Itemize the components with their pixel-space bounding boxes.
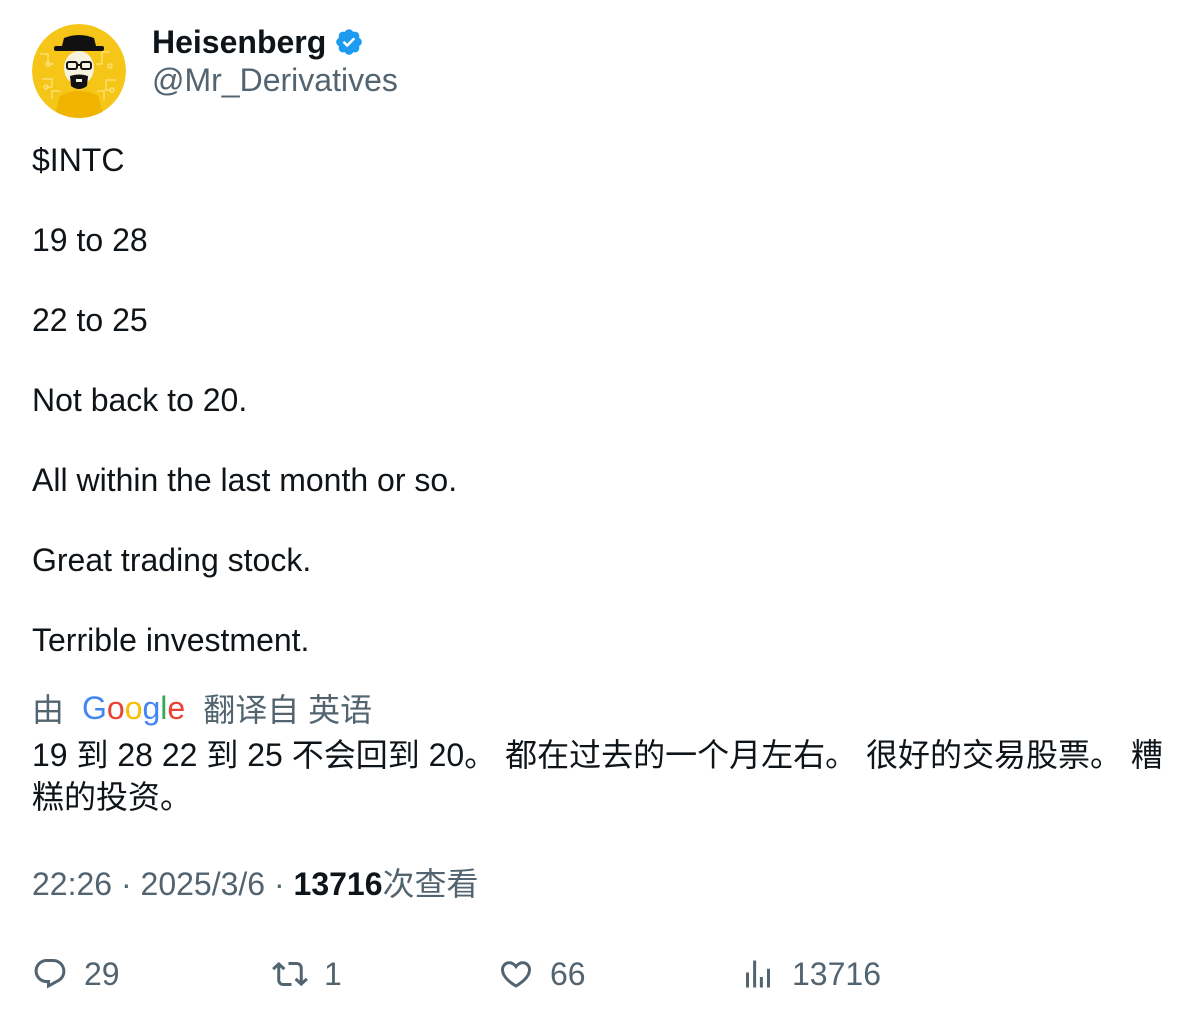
tweet-date[interactable]: 2025/3/6 bbox=[141, 866, 266, 902]
meta-separator: · bbox=[112, 866, 141, 902]
heart-icon bbox=[500, 961, 532, 988]
retweet-icon bbox=[272, 961, 308, 987]
tweet-paragraph: All within the last month or so. bbox=[32, 462, 458, 498]
google-letter: e bbox=[167, 689, 186, 726]
tweet-text: $INTC 19 to 28 22 to 25 Not back to 20. … bbox=[32, 140, 1162, 660]
retweet-count: 1 bbox=[324, 955, 342, 992]
google-letter: G bbox=[82, 689, 107, 726]
retweet-button[interactable]: 1 bbox=[272, 950, 342, 998]
reply-icon bbox=[34, 959, 66, 989]
reply-count: 29 bbox=[84, 955, 120, 992]
translated-by-label: 由 bbox=[32, 692, 65, 728]
action-bar: 29 1 66 13716 bbox=[32, 950, 1162, 998]
meta-separator: · bbox=[265, 866, 294, 902]
heisenberg-avatar-icon bbox=[32, 24, 126, 118]
views-action-count: 13716 bbox=[792, 955, 881, 992]
tweet-paragraph[interactable]: $INTC bbox=[32, 140, 1162, 180]
tweet-header: Heisenberg @Mr_Derivatives bbox=[32, 24, 1162, 122]
tweet-paragraph: Terrible investment. bbox=[32, 622, 310, 658]
translation-attribution[interactable]: 由 Google 翻译自 英语 bbox=[32, 686, 372, 730]
reply-button[interactable]: 29 bbox=[32, 950, 120, 998]
google-letter: o bbox=[124, 689, 143, 726]
tweet-paragraph: Not back to 20. bbox=[32, 382, 248, 418]
tweet-meta: 22:26 · 2025/3/6 · 13716次查看 bbox=[32, 862, 479, 906]
display-name-row: Heisenberg bbox=[152, 24, 398, 60]
like-button[interactable]: 66 bbox=[498, 950, 586, 998]
avatar[interactable] bbox=[32, 24, 126, 118]
translated-text: 19 到 28 22 到 25 不会回到 20。 都在过去的一个月左右。 很好的… bbox=[32, 737, 1163, 815]
bar-chart-icon bbox=[746, 960, 770, 988]
translated-from-label: 翻译自 英语 bbox=[203, 692, 373, 728]
author-names: Heisenberg @Mr_Derivatives bbox=[152, 24, 398, 100]
tweet-paragraph: 19 to 28 bbox=[32, 222, 148, 258]
like-count: 66 bbox=[550, 955, 586, 992]
tweet-paragraph: 22 to 25 bbox=[32, 302, 148, 338]
views-count: 13716 bbox=[293, 866, 383, 902]
display-name[interactable]: Heisenberg bbox=[152, 24, 326, 60]
google-logo: Google bbox=[82, 690, 185, 727]
google-letter: o bbox=[106, 689, 125, 726]
google-letter: g bbox=[142, 689, 161, 726]
author-handle[interactable]: @Mr_Derivatives bbox=[152, 60, 398, 100]
tweet-time[interactable]: 22:26 bbox=[32, 866, 112, 902]
views-label: 次查看 bbox=[382, 866, 479, 902]
verified-badge-icon[interactable] bbox=[334, 27, 364, 57]
tweet-paragraph: Great trading stock. bbox=[32, 542, 312, 578]
views-button[interactable]: 13716 bbox=[740, 950, 881, 998]
